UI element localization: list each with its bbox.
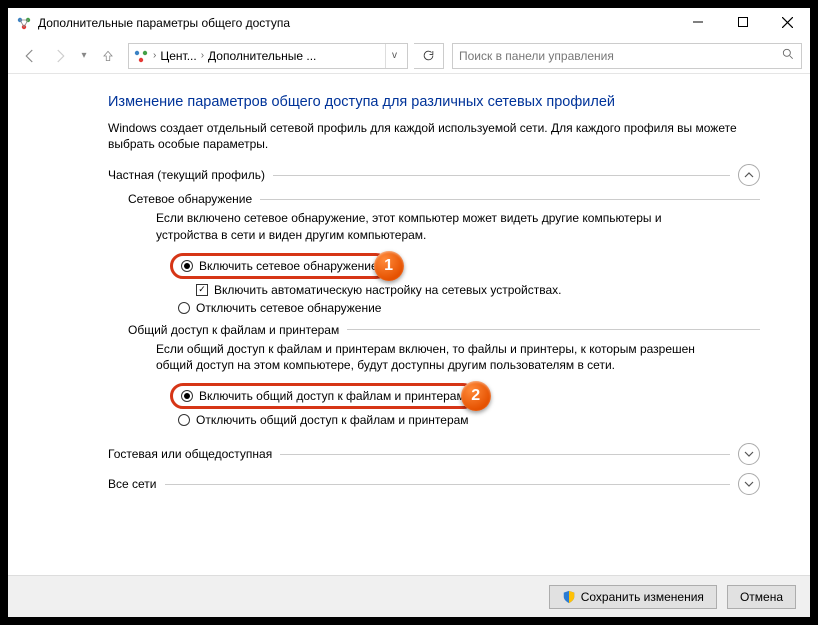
- expand-icon[interactable]: [738, 443, 760, 465]
- save-label: Сохранить изменения: [581, 590, 704, 604]
- forward-button[interactable]: [46, 42, 74, 70]
- collapse-icon[interactable]: [738, 164, 760, 186]
- network-icon: [133, 48, 149, 64]
- checkbox-auto-setup[interactable]: ✓: [196, 284, 208, 296]
- radio-label: Отключить сетевое обнаружение: [196, 301, 381, 315]
- up-button[interactable]: [94, 42, 122, 70]
- footer: Сохранить изменения Отмена: [8, 575, 810, 617]
- refresh-button[interactable]: [414, 43, 444, 69]
- profile-private-header[interactable]: Частная (текущий профиль): [108, 164, 760, 186]
- network-icon: [16, 15, 32, 31]
- profile-guest-header[interactable]: Гостевая или общедоступная: [108, 443, 760, 465]
- annotation-badge-2: 2: [461, 381, 491, 411]
- breadcrumb[interactable]: › Цент... › Дополнительные ... v: [128, 43, 408, 69]
- discovery-description: Если включено сетевое обнаружение, этот …: [156, 210, 716, 242]
- minimize-button[interactable]: [675, 8, 720, 36]
- search-placeholder: Поиск в панели управления: [459, 49, 781, 63]
- recent-dropdown[interactable]: ▾: [76, 42, 92, 70]
- checkbox-label: Включить автоматическую настройку на сет…: [214, 283, 562, 297]
- radio-discovery-off[interactable]: [178, 302, 190, 314]
- radio-discovery-on[interactable]: [181, 260, 193, 272]
- profile-all-label: Все сети: [108, 477, 157, 491]
- annotation-badge-1: 1: [374, 251, 404, 281]
- section-label: Общий доступ к файлам и принтерам: [128, 323, 339, 337]
- radio-label: Включить сетевое обнаружение: [199, 259, 378, 273]
- radio-label: Включить общий доступ к файлам и принтер…: [199, 389, 465, 403]
- radio-sharing-off[interactable]: [178, 414, 190, 426]
- sharing-description: Если общий доступ к файлам и принтерам в…: [156, 341, 716, 373]
- page-title: Изменение параметров общего доступа для …: [108, 94, 760, 110]
- breadcrumb-item[interactable]: Дополнительные ...: [208, 49, 316, 63]
- profile-guest-label: Гостевая или общедоступная: [108, 447, 272, 461]
- breadcrumb-dropdown[interactable]: v: [385, 44, 403, 68]
- navbar: ▾ › Цент... › Дополнительные ... v Поиск…: [8, 38, 810, 74]
- chevron-right-icon: ›: [201, 50, 204, 61]
- window-title: Дополнительные параметры общего доступа: [38, 16, 675, 30]
- maximize-button[interactable]: [720, 8, 765, 36]
- profile-private-label: Частная (текущий профиль): [108, 168, 265, 182]
- cancel-label: Отмена: [740, 590, 783, 604]
- chevron-right-icon: ›: [153, 50, 156, 61]
- radio-label: Отключить общий доступ к файлам и принте…: [196, 413, 469, 427]
- section-file-printer-sharing: Общий доступ к файлам и принтерам: [128, 323, 760, 337]
- highlight-1: Включить сетевое обнаружение 1: [170, 253, 389, 279]
- advanced-sharing-window: Дополнительные параметры общего доступа …: [8, 8, 810, 617]
- highlight-2: Включить общий доступ к файлам и принтер…: [170, 383, 476, 409]
- expand-icon[interactable]: [738, 473, 760, 495]
- close-button[interactable]: [765, 8, 810, 36]
- section-label: Сетевое обнаружение: [128, 192, 252, 206]
- back-button[interactable]: [16, 42, 44, 70]
- radio-sharing-on[interactable]: [181, 390, 193, 402]
- profile-all-header[interactable]: Все сети: [108, 473, 760, 495]
- cancel-button[interactable]: Отмена: [727, 585, 796, 609]
- section-network-discovery: Сетевое обнаружение: [128, 192, 760, 206]
- save-button[interactable]: Сохранить изменения: [549, 585, 717, 609]
- breadcrumb-item[interactable]: Цент...: [160, 49, 196, 63]
- search-icon: [781, 47, 795, 64]
- page-intro: Windows создает отдельный сетевой профил…: [108, 120, 748, 152]
- search-input[interactable]: Поиск в панели управления: [452, 43, 802, 69]
- shield-icon: [562, 590, 576, 604]
- content-area: Изменение параметров общего доступа для …: [8, 74, 810, 575]
- titlebar: Дополнительные параметры общего доступа: [8, 8, 810, 38]
